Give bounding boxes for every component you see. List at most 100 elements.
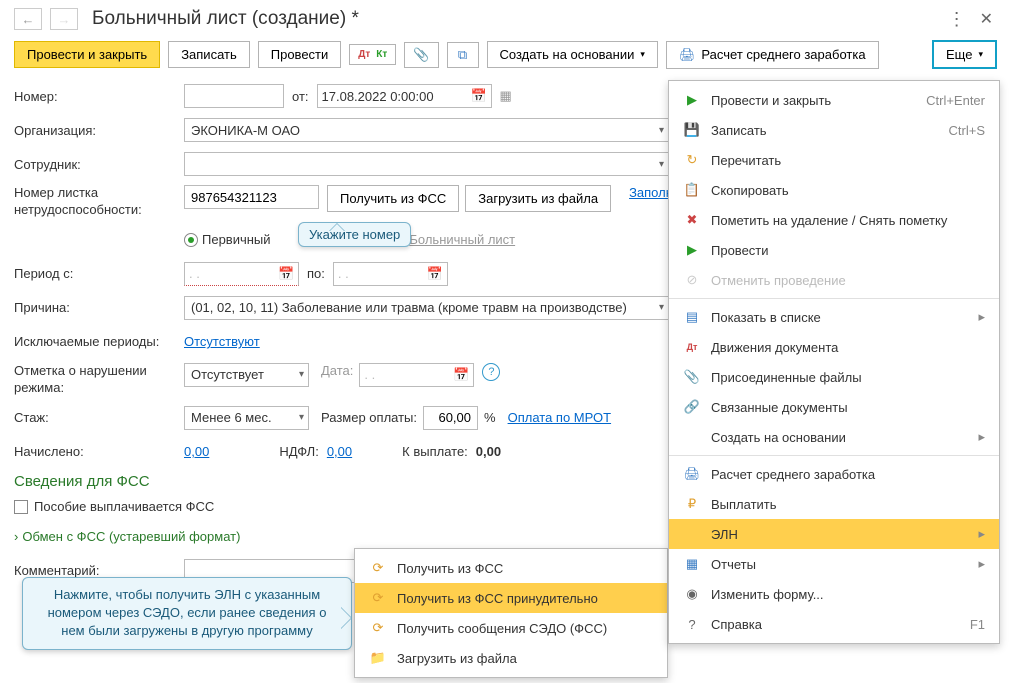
excl-link[interactable]: Отсутствуют [184, 334, 260, 349]
menu-icon: 🔗 [683, 399, 701, 415]
primary-radio[interactable] [184, 233, 198, 247]
emp-select[interactable] [184, 152, 669, 176]
comment-label: Комментарий: [14, 563, 184, 578]
menu-item[interactable]: 📁Загрузить из файла [355, 643, 667, 673]
stage-select[interactable]: Менее 6 мес. [184, 406, 309, 430]
menu-item[interactable]: 📎Присоединенные файлы [669, 362, 999, 392]
links-button[interactable]: ⧉ [447, 42, 479, 68]
menu-label: Перечитать [711, 153, 985, 168]
viol-label: Отметка о нарушениирежима: [14, 363, 184, 397]
menu-item[interactable]: ЭЛН▸ [669, 519, 999, 549]
menu-label: Получить из ФСС принудительно [397, 591, 653, 606]
more-button[interactable]: Еще ▾ [932, 40, 997, 69]
menu-icon: ▦ [683, 556, 701, 572]
menu-item[interactable]: ▶Провести и закрытьCtrl+Enter [669, 85, 999, 115]
help-icon[interactable]: ? [482, 363, 500, 381]
menu-item[interactable]: ⟳ Получить из ФСС [355, 553, 667, 583]
avg-salary-button[interactable]: 🖨 Расчет среднего заработка [666, 41, 879, 69]
menu-item[interactable]: 🔗 Связанные документы [669, 392, 999, 422]
period-to-input[interactable]: . . [338, 266, 423, 281]
menu-label: Создать на основании [711, 430, 968, 445]
submenu-arrow-icon: ▸ [978, 309, 985, 325]
menu-icon: ↻ [683, 152, 701, 168]
create-based-button[interactable]: Создать на основании ▾ [487, 41, 658, 68]
picker-icon[interactable]: ▦ [500, 88, 512, 104]
menu-item[interactable]: ▶Провести [669, 235, 999, 265]
menu-icon: ⟳ [369, 560, 387, 576]
write-button[interactable]: Записать [168, 41, 250, 68]
menu-shortcut: F1 [970, 617, 985, 632]
menu-item[interactable]: ▦Отчеты▸ [669, 549, 999, 579]
get-fss-button[interactable]: Получить из ФСС [327, 185, 459, 212]
nav-back[interactable]: ← [14, 8, 42, 30]
menu-label: Получить из ФСС [397, 561, 653, 576]
org-select[interactable]: ЭКОНИКА-М ОАО [184, 118, 669, 142]
menu-item[interactable]: ДтДвижения документа [669, 332, 999, 362]
menu-icon: 📎 [683, 369, 701, 385]
menu-shortcut: Ctrl+Enter [926, 93, 985, 108]
menu-icon: ⟳ [369, 620, 387, 636]
from-label: от: [292, 89, 309, 104]
fss-exchange-link[interactable]: › Обмен с ФСС (устаревший формат) [14, 529, 240, 544]
period-from-input[interactable]: . . [189, 266, 274, 281]
menu-item[interactable]: ◉Изменить форму... [669, 579, 999, 609]
submenu-arrow-icon: ▸ [978, 526, 985, 542]
menu-label: Загрузить из файла [397, 651, 653, 666]
more-menu: ▶Провести и закрытьCtrl+Enter💾ЗаписатьCt… [668, 80, 1000, 644]
menu-label: Провести [711, 243, 985, 258]
number-input[interactable] [184, 84, 284, 108]
paysize-label: Размер оплаты: [321, 410, 417, 425]
menu-item[interactable]: ⟳Получить из ФСС принудительно [355, 583, 667, 613]
fss-checkbox[interactable] [14, 500, 28, 514]
date-input[interactable]: 17.08.2022 0:00:00 [322, 89, 467, 104]
menu-label: Справка [711, 617, 940, 632]
sicknum-label: Номер листканетрудоспособности: [14, 185, 184, 219]
menu-item[interactable]: ?СправкаF1 [669, 609, 999, 639]
calendar-icon[interactable]: 📅 [427, 266, 443, 282]
menu-item[interactable]: ₽Выплатить [669, 489, 999, 519]
submenu-arrow-icon: ▸ [978, 429, 985, 445]
paysize-input[interactable] [423, 406, 478, 430]
period-from-label: Период с: [14, 266, 184, 281]
calendar-icon[interactable]: 📅 [471, 88, 487, 104]
kebab-icon[interactable]: ⋮ [948, 9, 966, 30]
excl-label: Исключаемые периоды: [14, 334, 184, 349]
page-title: Больничный лист (создание) * [92, 8, 359, 30]
sickleave-link[interactable]: Больничный лист [409, 232, 515, 247]
calendar-icon[interactable]: 📅 [278, 266, 294, 282]
mrot-link[interactable]: Оплата по МРОТ [508, 410, 611, 425]
menu-item[interactable]: ⟳Получить сообщения СЭДО (ФСС) [355, 613, 667, 643]
attach-button[interactable]: 📎 [404, 42, 438, 68]
tooltip-number: Укажите номер [298, 222, 411, 247]
menu-icon: 🖨 [683, 466, 701, 482]
dtkt-button[interactable]: ДтКт [349, 44, 396, 65]
nav-fwd[interactable]: → [50, 8, 78, 30]
submenu-arrow-icon: ▸ [978, 556, 985, 572]
load-file-button[interactable]: Загрузить из файла [465, 185, 611, 212]
reason-select[interactable]: (01, 02, 10, 11) Заболевание или травма … [184, 296, 669, 320]
accrued-val[interactable]: 0,00 [184, 444, 209, 459]
post-close-button[interactable]: Провести и закрыть [14, 41, 160, 68]
viol-select[interactable]: Отсутствует [184, 363, 309, 387]
emp-label: Сотрудник: [14, 157, 184, 172]
calendar-icon[interactable]: 📅 [453, 367, 469, 383]
viol-date-input[interactable]: . . [364, 367, 449, 382]
viol-date-label: Дата: [321, 363, 353, 378]
menu-label: Связанные документы [711, 400, 985, 415]
menu-item[interactable]: ↻ Перечитать [669, 145, 999, 175]
menu-item[interactable]: ▤Показать в списке▸ [669, 302, 999, 332]
fill-link[interactable]: Заполн [629, 185, 673, 200]
menu-shortcut: Ctrl+S [949, 123, 985, 138]
sicknum-input[interactable] [184, 185, 319, 209]
menu-label: Записать [711, 123, 919, 138]
menu-item[interactable]: 📋Скопировать [669, 175, 999, 205]
menu-item[interactable]: 🖨Расчет среднего заработка [669, 459, 999, 489]
menu-separator [669, 455, 999, 456]
close-icon[interactable]: ✕ [976, 9, 997, 29]
menu-item[interactable]: 💾ЗаписатьCtrl+S [669, 115, 999, 145]
pct-label: % [484, 410, 496, 425]
menu-item[interactable]: Создать на основании ▸ [669, 422, 999, 452]
menu-item[interactable]: ✖Пометить на удаление / Снять пометку [669, 205, 999, 235]
ndfl-val[interactable]: 0,00 [327, 444, 352, 459]
post-button[interactable]: Провести [258, 41, 342, 68]
